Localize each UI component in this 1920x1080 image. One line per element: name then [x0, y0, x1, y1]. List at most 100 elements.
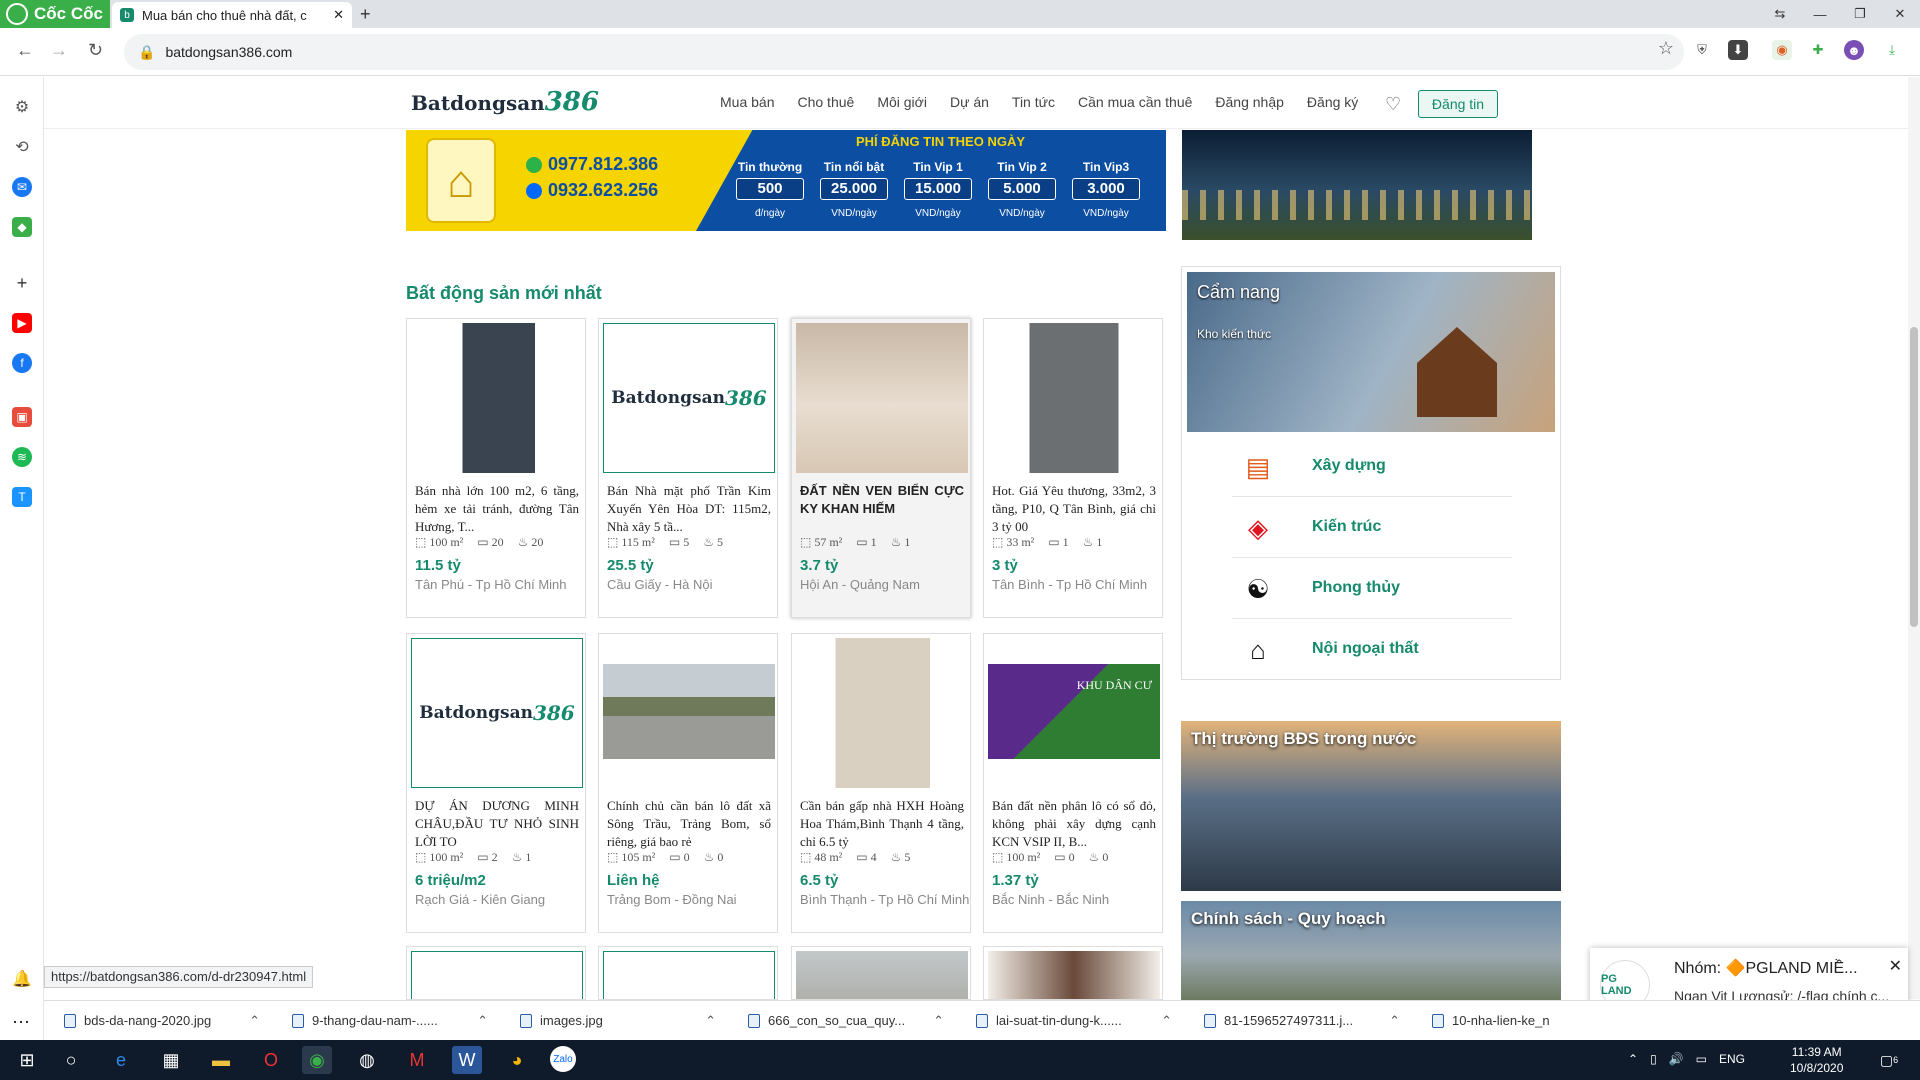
menu-item[interactable]: Cần mua cần thuê [1078, 94, 1192, 110]
forward-button[interactable]: → [50, 40, 68, 61]
menu-item[interactable]: Mua bán [720, 94, 774, 110]
tiki-icon[interactable]: T [12, 487, 32, 507]
coccoc-extension-icon[interactable]: ◉ [1772, 40, 1792, 60]
listing-desc[interactable]: Hot. Giá Yêu thương, 33m2, 3 tầng, P10, … [992, 482, 1156, 536]
save-download-icon[interactable]: ⤓ [1882, 40, 1902, 60]
download-item[interactable]: 666_con_so_cua_quy... ⌃ [728, 1013, 956, 1029]
listing-desc[interactable]: Bán nhà lớn 100 m2, 6 tầng, hẻm xe tải t… [415, 482, 579, 536]
facebook-icon[interactable]: f [12, 353, 32, 373]
add-shortcut-icon[interactable]: + [12, 273, 32, 293]
windows-start-icon[interactable]: ⊞ [12, 1046, 42, 1074]
clock[interactable]: 11:39 AM 10/8/2020 [1790, 1044, 1843, 1076]
more-options-icon[interactable]: ⋯ [12, 1012, 30, 1033]
shopping-icon[interactable]: ▣ [12, 407, 32, 427]
handbook-hero[interactable]: Cẩm nang Kho kiến thức [1187, 272, 1555, 432]
coccoc-taskbar-icon[interactable]: ◉ [302, 1046, 332, 1074]
listing-card[interactable] [791, 946, 971, 1000]
news-domestic-market[interactable]: Thị trường BĐS trong nước [1181, 721, 1561, 891]
post-listing-button[interactable]: Đăng tin [1418, 90, 1498, 118]
messenger-icon[interactable]: ✉ [12, 177, 32, 197]
language-indicator[interactable]: ENG [1719, 1052, 1745, 1066]
listing-card[interactable] [983, 946, 1163, 1000]
news-policy[interactable]: Chính sách - Quy hoạch [1181, 901, 1561, 1000]
history-icon[interactable]: ⟲ [12, 137, 32, 157]
opera-icon[interactable]: O [256, 1046, 286, 1074]
listing-card[interactable]: Batdongsan 386 DỰ ÁN DƯƠNG MINH CHÂU,ĐẦU … [406, 633, 586, 933]
store-icon[interactable]: ▦ [156, 1046, 186, 1074]
settings-icon[interactable]: ⚙ [12, 97, 32, 117]
tab-active[interactable]: b Mua bán cho thuê nhà đất, c ✕ [112, 2, 352, 28]
menu-item[interactable]: Dự án [950, 94, 989, 110]
profile-avatar[interactable]: ☻ [1844, 40, 1864, 60]
zalo-taskbar-icon[interactable]: Zalo [550, 1046, 576, 1072]
antivirus-icon[interactable]: M [402, 1046, 432, 1074]
listing-desc[interactable]: ĐẤT NỀN VEN BIỂN CỰC KY KHAN HIẾM [800, 482, 964, 536]
listing-desc[interactable]: Chính chủ cần bán lô đất xã Sông Trầu, T… [607, 797, 771, 851]
scrollbar-thumb[interactable] [1910, 327, 1918, 627]
menu-item[interactable]: Tin tức [1012, 94, 1055, 110]
game-icon[interactable]: ◆ [12, 217, 32, 237]
notifications-bell-icon[interactable]: 🔔 [12, 969, 32, 989]
youtube-icon[interactable]: ▶ [12, 313, 32, 333]
listing-desc[interactable]: DỰ ÁN DƯƠNG MINH CHÂU,ĐẦU TƯ NHỎ SINH LỜ… [415, 797, 579, 851]
download-item[interactable]: bds-da-nang-2020.jpg ⌃ [44, 1013, 272, 1029]
menu-item[interactable]: Cho thuê [797, 94, 854, 110]
listing-desc[interactable]: Cần bán gấp nhà HXH Hoàng Hoa Thám,Bình … [800, 797, 964, 851]
usb-icon[interactable]: ▯ [1650, 1052, 1657, 1066]
project-photo[interactable] [1182, 130, 1532, 240]
bookmark-star-icon[interactable]: ☆ [1656, 38, 1676, 58]
file-explorer-icon[interactable]: ▬ [206, 1046, 236, 1074]
tab-search-icon[interactable]: ⇆ [1760, 0, 1800, 28]
word-icon[interactable]: W [452, 1046, 482, 1074]
search-icon[interactable]: ○ [56, 1046, 86, 1074]
maximize-button[interactable]: ❐ [1840, 0, 1880, 28]
download-item[interactable]: images.jpg ⌃ [500, 1013, 728, 1029]
listing-card[interactable]: Bán nhà lớn 100 m2, 6 tầng, hẻm xe tải t… [406, 318, 586, 618]
minimize-button[interactable]: — [1800, 0, 1840, 28]
listing-card[interactable] [598, 946, 778, 1000]
listing-card[interactable]: Batdongsan 386 Bán Nhà mặt phố Trần Kim X… [598, 318, 778, 618]
coccoc-menu-button[interactable]: Cốc Cốc [0, 0, 110, 28]
network-icon[interactable]: ▭ [1696, 1052, 1707, 1066]
close-icon[interactable]: ✕ [1889, 956, 1902, 976]
camera-icon[interactable]: ◍ [352, 1046, 382, 1074]
site-logo[interactable]: Batdongsan386 [411, 87, 599, 117]
new-tab-button[interactable]: + [360, 4, 371, 25]
puzzle-extension-icon[interactable]: ✚ [1808, 40, 1828, 60]
download-item[interactable]: 81-1596527497311.j... ⌃ [1184, 1013, 1412, 1029]
listing-card[interactable]: ĐẤT NỀN VEN BIỂN CỰC KY KHAN HIẾM ⬚ 57 m… [791, 318, 971, 618]
back-button[interactable]: ← [16, 40, 34, 61]
spotify-icon[interactable]: ≋ [12, 447, 32, 467]
listing-card[interactable]: KHU DÂN CƯ Bán đất nền phân lô có sổ đỏ,… [983, 633, 1163, 933]
speaker-icon[interactable]: 🔊 [1669, 1052, 1684, 1066]
download-item[interactable]: lai-suat-tin-dung-k...... ⌃ [956, 1013, 1184, 1029]
handbook-item-architecture[interactable]: ◈ Kiến trúc [1232, 498, 1512, 558]
download-item[interactable]: 9-thang-dau-nam-...... ⌃ [272, 1013, 500, 1029]
menu-item[interactable]: Đăng ký [1307, 94, 1358, 110]
download-item[interactable]: 10-nha-lien-ke_n [1412, 1013, 1640, 1028]
favorites-heart-icon[interactable]: ♡ [1385, 94, 1401, 115]
action-center-icon[interactable]: ▢ 6 [1874, 1046, 1904, 1074]
chevron-up-icon[interactable]: ⌃ [1628, 1052, 1638, 1066]
address-field[interactable]: 🔒 batdongsan386.com [124, 34, 1684, 70]
close-tab-icon[interactable]: ✕ [333, 7, 344, 23]
menu-item[interactable]: Đăng nhập [1215, 94, 1284, 110]
handbook-item-fengshui[interactable]: ☯ Phong thủy [1232, 559, 1512, 619]
listing-desc[interactable]: Bán đất nền phân lô có sổ đỏ, không phải… [992, 797, 1156, 851]
page-scrollbar[interactable] [1908, 77, 1920, 999]
listing-card[interactable]: Cần bán gấp nhà HXH Hoàng Hoa Thám,Bình … [791, 633, 971, 933]
listing-desc[interactable]: Bán Nhà mặt phố Trần Kim Xuyến Yên Hòa D… [607, 482, 771, 536]
fee-banner[interactable]: ⌂ 0977.812.386 0932.623.256 PHÍ ĐĂNG TIN… [406, 130, 1166, 231]
listing-card[interactable]: Hot. Giá Yêu thương, 33m2, 3 tầng, P10, … [983, 318, 1163, 618]
close-window-button[interactable]: ✕ [1880, 0, 1920, 28]
download-icon[interactable]: ⬇ [1728, 40, 1748, 60]
shield-icon[interactable]: ⛨ [1692, 40, 1712, 60]
edge-icon[interactable]: e [106, 1046, 136, 1074]
listing-card[interactable] [406, 946, 586, 1000]
listing-card[interactable]: Chính chủ cần bán lô đất xã Sông Trầu, T… [598, 633, 778, 933]
reload-button[interactable]: ↻ [88, 40, 103, 61]
chrome-icon[interactable]: ◕ [502, 1046, 532, 1074]
handbook-item-interior[interactable]: ⌂ Nội ngoại thất [1232, 620, 1512, 680]
handbook-item-construction[interactable]: ▤ Xây dựng [1232, 437, 1512, 497]
menu-item[interactable]: Môi giới [877, 94, 927, 110]
